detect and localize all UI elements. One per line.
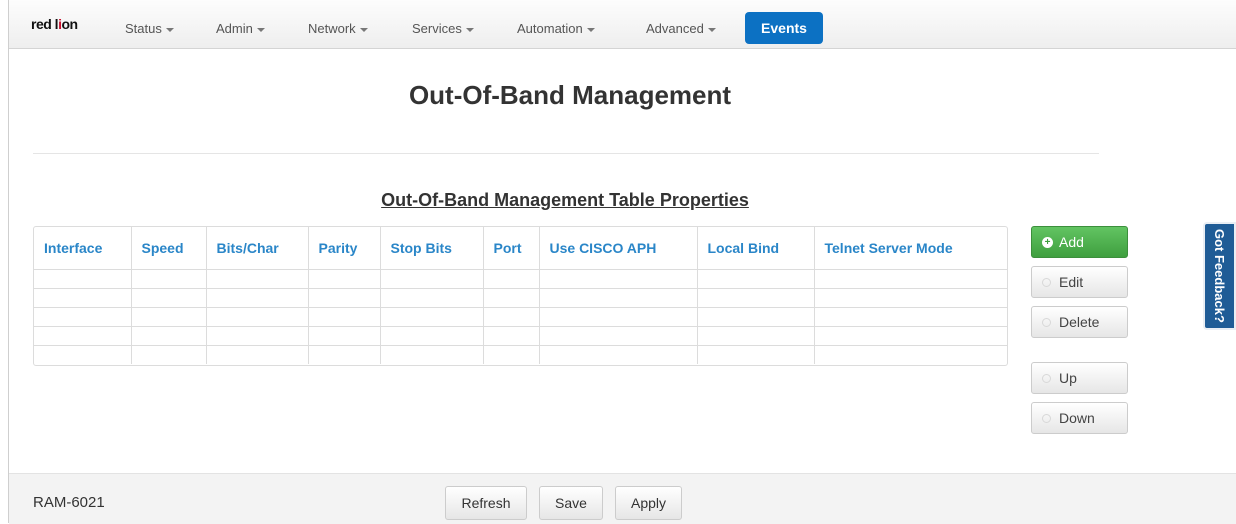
caret-down-icon [256,27,265,32]
column-header[interactable]: Speed [131,227,207,270]
nav-services[interactable]: Services [412,21,474,36]
column-header[interactable]: Interface [34,227,132,270]
red-lion-logo[interactable]: red lion [31,16,78,32]
footer-bar: RAM-6021 Refresh Save Apply [9,473,1236,524]
table-row[interactable] [34,269,1007,289]
edit-button[interactable]: Edit [1031,266,1128,298]
save-button[interactable]: Save [539,486,603,520]
nav-network[interactable]: Network [308,21,368,36]
top-navbar: red lion Status Admin Network Services A… [9,0,1236,49]
feedback-tab[interactable]: Got Feedback? [1203,222,1236,330]
minus-circle-icon [1042,317,1051,327]
device-model: RAM-6021 [33,494,105,511]
oob-table: Interface Speed Bits/Char Parity Stop Bi… [33,226,1008,366]
up-button[interactable]: Up [1031,362,1128,394]
up-label: Up [1059,370,1077,386]
divider [33,153,1099,154]
column-header[interactable]: Telnet Server Mode [814,227,1007,270]
column-header[interactable]: Local Bind [697,227,815,270]
nav-status[interactable]: Status [125,21,174,36]
column-header[interactable]: Use CISCO APH [539,227,698,270]
caret-down-icon [465,27,474,32]
column-header[interactable]: Parity [308,227,381,270]
table-row[interactable] [34,288,1007,308]
delete-label: Delete [1059,314,1100,330]
feedback-label: Got Feedback? [1212,229,1227,323]
add-button[interactable]: + Add [1031,226,1128,258]
down-button[interactable]: Down [1031,402,1128,434]
arrow-up-circle-icon [1042,373,1051,383]
edit-label: Edit [1059,274,1084,290]
table-row[interactable] [34,307,1007,327]
nav-events-active[interactable]: Events [745,12,823,44]
caret-down-icon [165,27,174,32]
arrow-down-circle-icon [1042,413,1051,423]
edit-icon [1042,277,1051,287]
caret-down-icon [359,27,368,32]
table-row[interactable] [34,326,1007,346]
nav-advanced[interactable]: Advanced [646,21,716,36]
nav-admin[interactable]: Admin [216,21,265,36]
section-title: Out-Of-Band Management Table Properties [381,190,749,210]
table-row[interactable] [34,345,1007,364]
column-header[interactable]: Bits/Char [206,227,309,270]
refresh-button[interactable]: Refresh [445,486,527,520]
nav-automation[interactable]: Automation [517,21,595,36]
down-label: Down [1059,410,1095,426]
add-label: Add [1059,234,1084,250]
column-header[interactable]: Port [483,227,540,270]
page-title: Out-Of-Band Management [408,80,732,110]
caret-down-icon [707,27,716,32]
apply-button[interactable]: Apply [615,486,682,520]
column-header[interactable]: Stop Bits [380,227,484,270]
table-header-row: Interface Speed Bits/Char Parity Stop Bi… [34,227,1007,270]
plus-circle-icon: + [1042,236,1053,248]
delete-button[interactable]: Delete [1031,306,1128,338]
caret-down-icon [586,27,595,32]
